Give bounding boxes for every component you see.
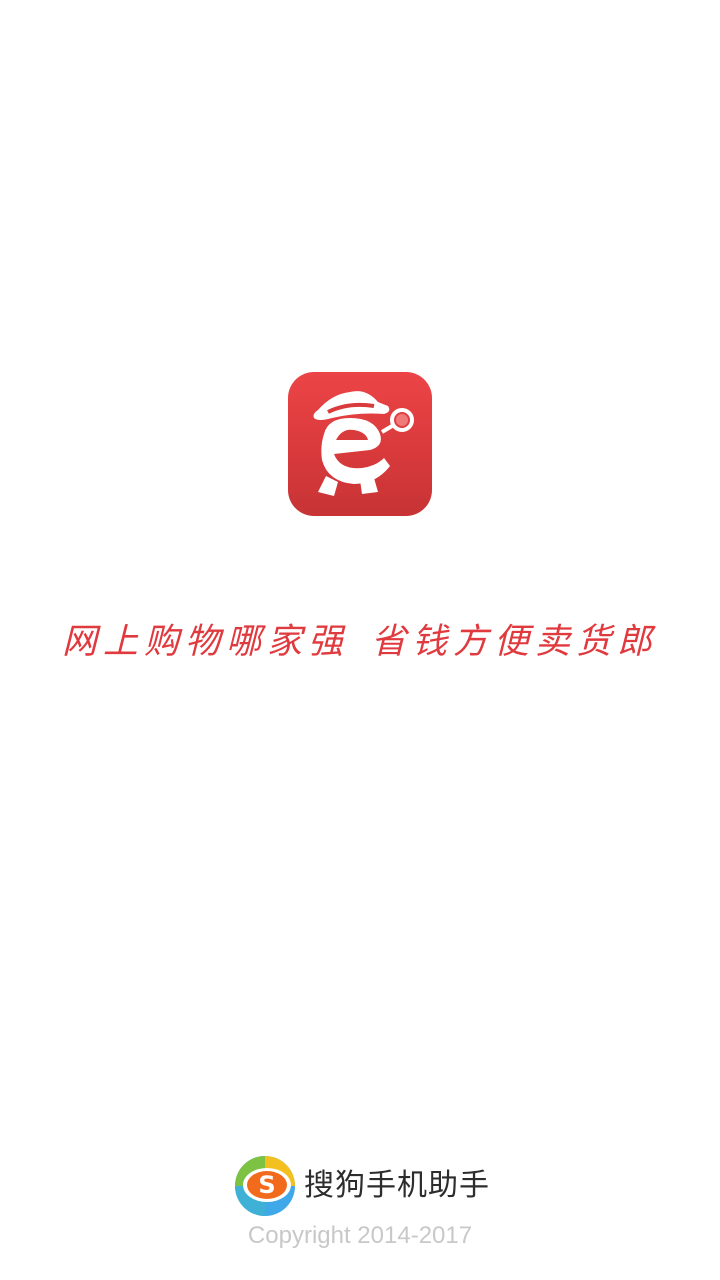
slogan-left: 网上购物哪家强 <box>61 622 349 662</box>
sogou-logo-icon: S <box>235 1156 295 1216</box>
copyright-text: Copyright 2014-2017 <box>247 1222 473 1249</box>
brand-name: 搜狗手机助手 <box>304 1168 490 1203</box>
slogan-right: 省钱方便卖货郎 <box>371 622 659 662</box>
svg-text:S: S <box>258 1171 275 1199</box>
slogan-text: 网上购物哪家强 省钱方便卖货郎 <box>0 612 720 672</box>
brand-lockup: S 搜狗手机助手 <box>234 1154 490 1218</box>
app-logo-icon <box>288 372 432 516</box>
